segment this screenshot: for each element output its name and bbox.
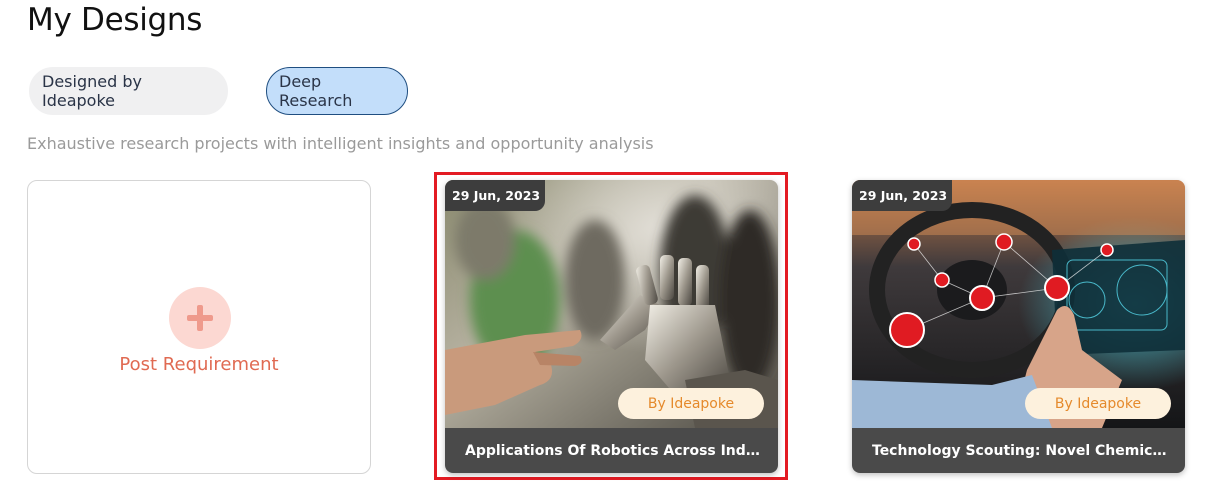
design-tabs: Designed by Ideapoke Deep Research	[29, 67, 408, 115]
tab-deep-research[interactable]: Deep Research	[266, 67, 408, 115]
card-title[interactable]: Applications Of Robotics Across Industri…	[465, 443, 764, 459]
card-author-badge: By Ideapoke	[1025, 388, 1171, 419]
card-title-bar[interactable]: Technology Scouting: Novel Chemicals For…	[852, 428, 1185, 473]
design-card-technology-scouting[interactable]: 29 Jun, 2023 By Ideapoke Technology Scou…	[852, 180, 1185, 473]
post-requirement-card[interactable]: Post Requirement	[27, 180, 371, 474]
tab-designed-by-ideapoke[interactable]: Designed by Ideapoke	[29, 67, 228, 115]
post-requirement-label[interactable]: Post Requirement	[28, 354, 370, 375]
card-date: 29 Jun, 2023	[852, 180, 952, 211]
card-title[interactable]: Technology Scouting: Novel Chemicals For…	[872, 443, 1171, 459]
card-author-badge: By Ideapoke	[618, 388, 764, 419]
design-card-robotics[interactable]: 29 Jun, 2023 By Ideapoke Applications Of…	[445, 180, 778, 473]
card-date: 29 Jun, 2023	[445, 180, 545, 211]
plus-icon[interactable]	[169, 287, 231, 349]
card-title-bar[interactable]: Applications Of Robotics Across Industri…	[445, 428, 778, 473]
section-description: Exhaustive research projects with intell…	[27, 134, 654, 153]
page-title: My Designs	[27, 2, 203, 38]
